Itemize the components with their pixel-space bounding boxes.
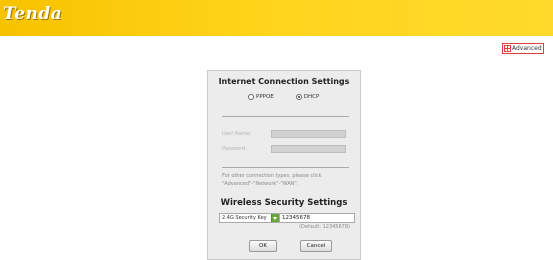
security-key-select-value: 2.4G Security Key: [222, 215, 267, 221]
user-name-label: User Name:: [222, 131, 252, 137]
advanced-label: Advanced: [512, 45, 542, 52]
dhcp-radio[interactable]: DHCP: [295, 94, 320, 100]
cancel-button[interactable]: Cancel: [300, 240, 332, 252]
ok-button[interactable]: OK: [249, 240, 277, 252]
dhcp-label: DHCP: [303, 94, 320, 100]
password-input[interactable]: [271, 145, 346, 153]
advanced-icon: [504, 45, 511, 52]
radio-icon: [248, 94, 254, 100]
connection-note: For other connection types, please click…: [222, 173, 322, 187]
divider: [222, 167, 349, 168]
security-key-select[interactable]: 2.4G Security Key: [219, 213, 280, 223]
header-bar: Tenda: [0, 0, 553, 36]
chevron-down-icon: [271, 214, 279, 222]
internet-settings-title: Internet Connection Settings: [218, 77, 350, 86]
wireless-settings-title: Wireless Security Settings: [220, 198, 348, 208]
password-label: Password:: [222, 146, 248, 152]
tenda-logo: Tenda: [3, 4, 63, 24]
default-key-note: (Default: 12345678): [299, 224, 350, 230]
advanced-button[interactable]: Advanced: [502, 43, 544, 54]
user-name-input[interactable]: [271, 130, 346, 138]
pppoe-label: PPPOE: [256, 94, 274, 100]
divider: [222, 116, 349, 117]
settings-panel: Internet Connection Settings PPPOE DHCP …: [207, 70, 361, 260]
pppoe-radio[interactable]: PPPOE: [248, 94, 274, 100]
connection-type-group: PPPOE DHCP: [248, 94, 319, 100]
radio-selected-icon: [295, 94, 302, 100]
security-key-input[interactable]: 12345678: [279, 213, 355, 223]
